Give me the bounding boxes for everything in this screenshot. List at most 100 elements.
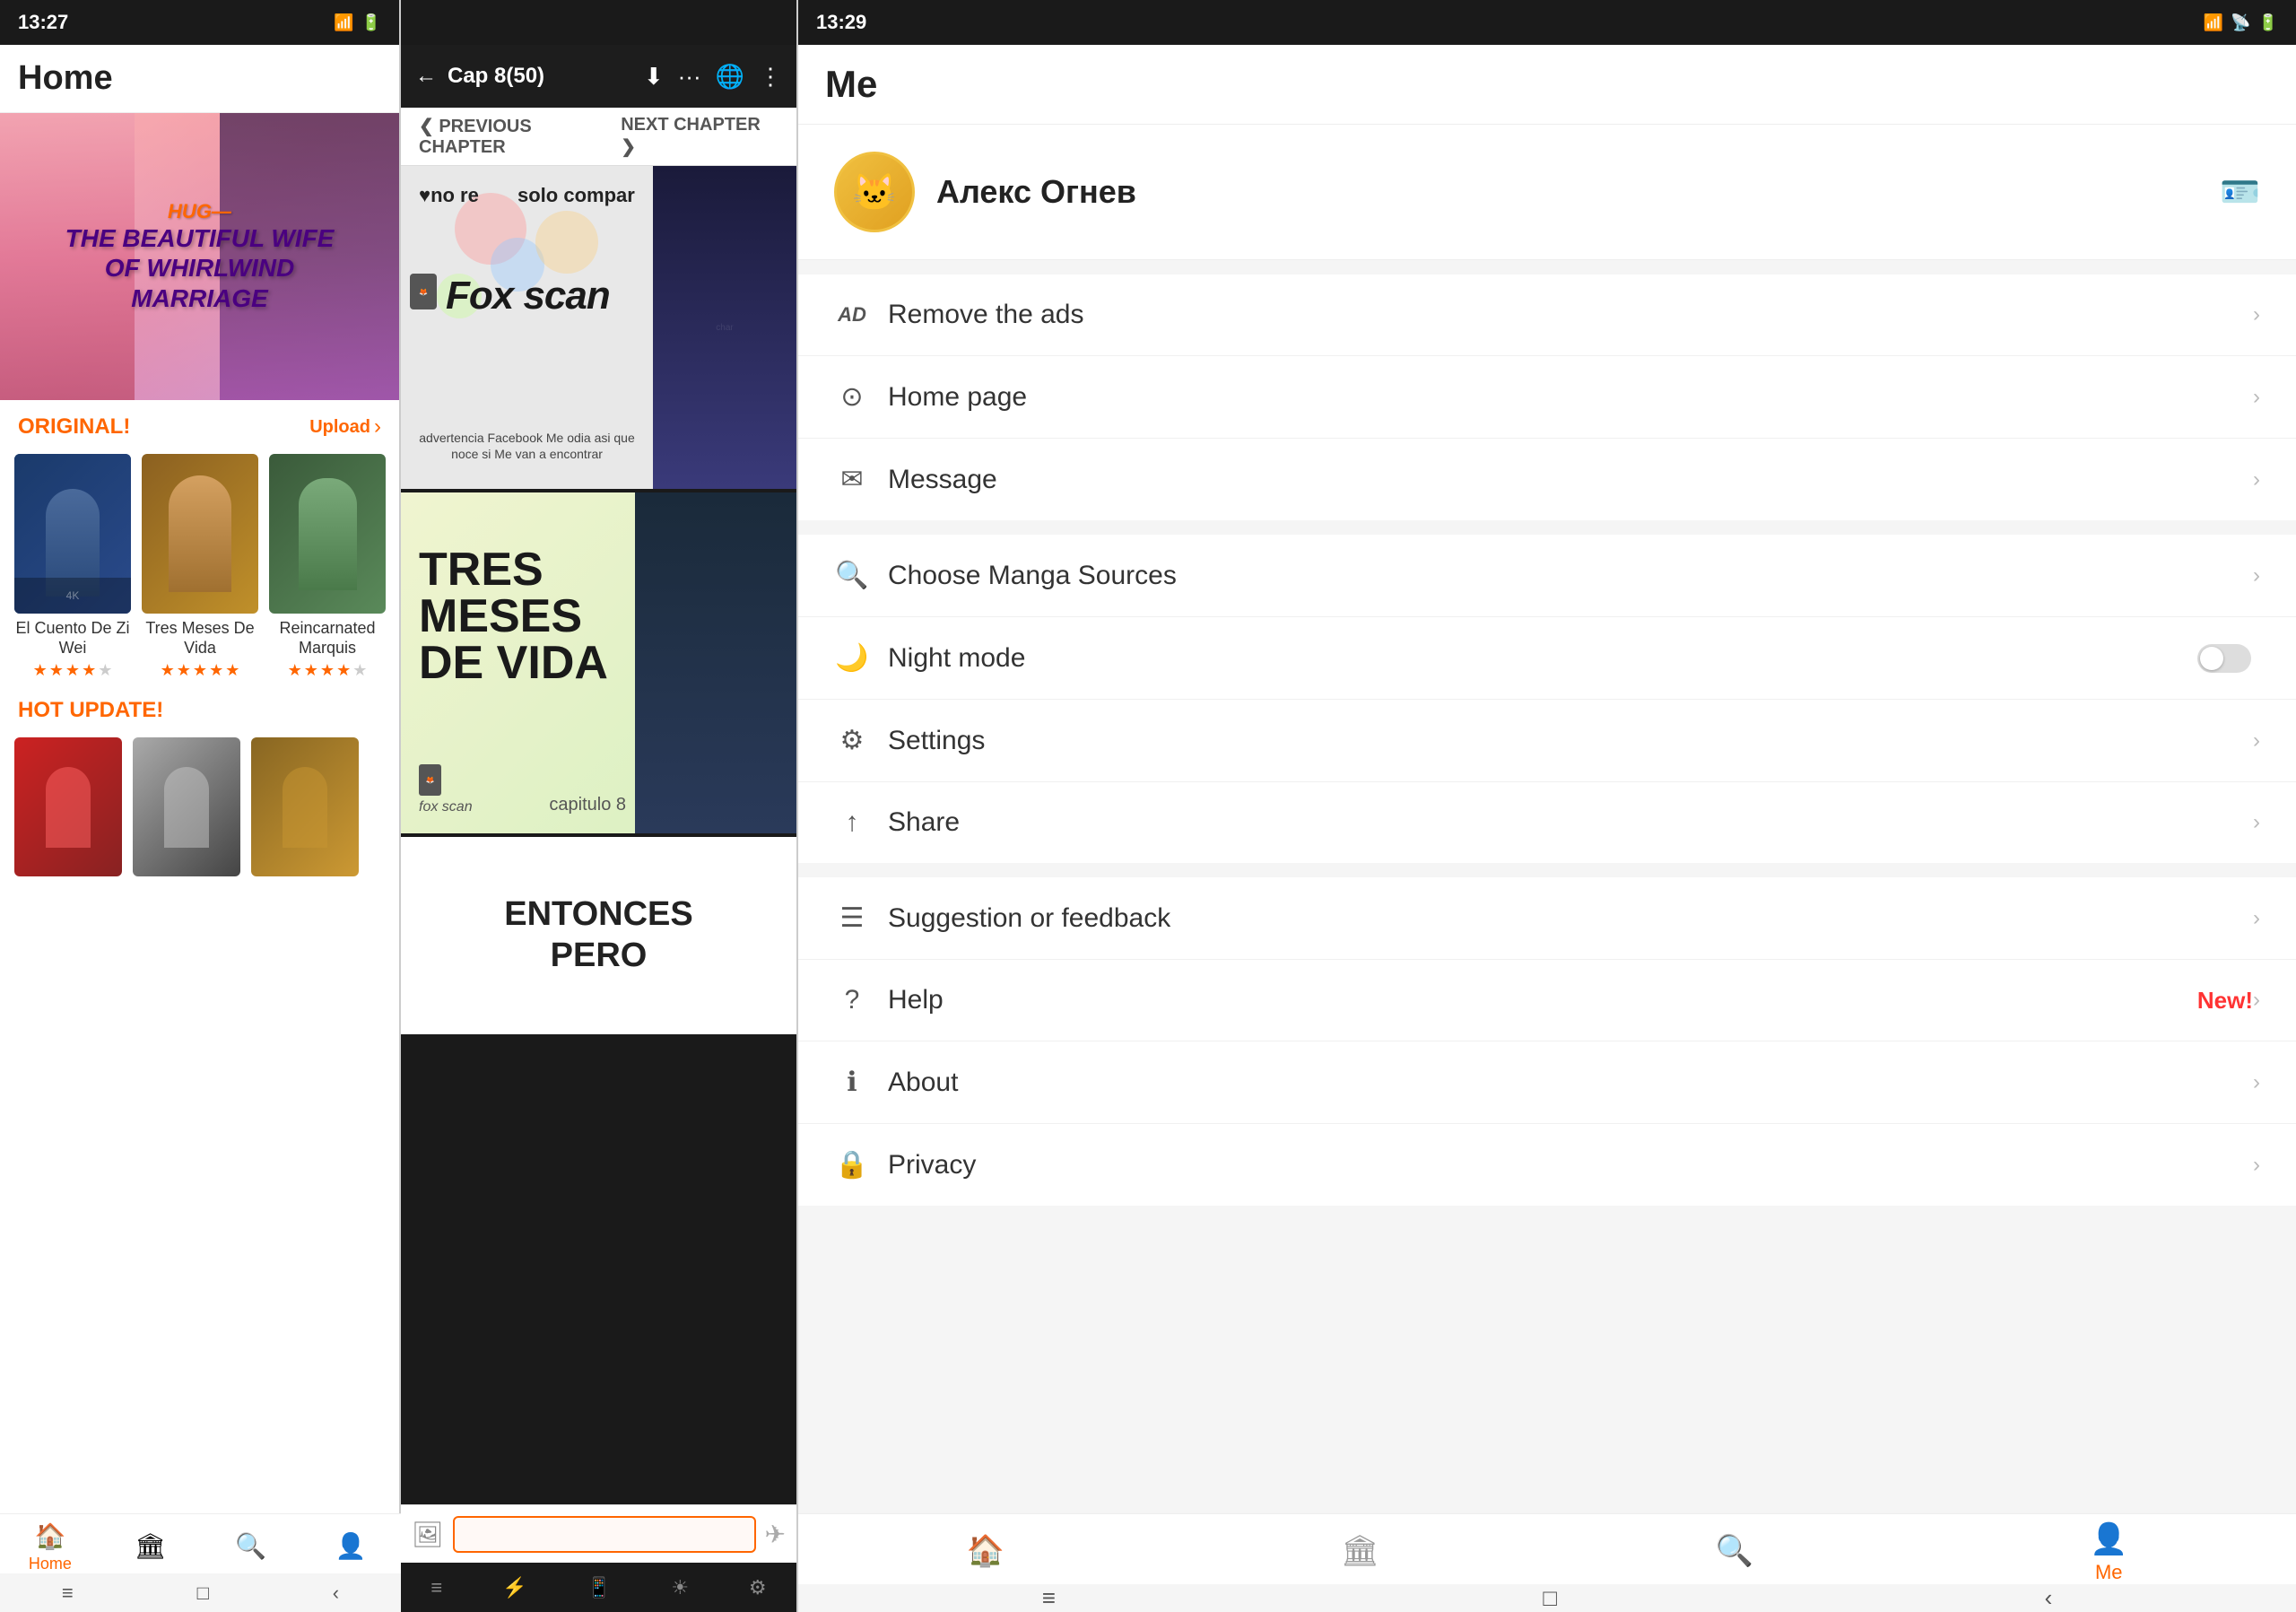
- reader-download-icon[interactable]: ⬇: [644, 63, 664, 91]
- banner-title: THE BEAUTIFUL WIFEOF WHIRLWINDMARRIAGE: [65, 223, 335, 314]
- me-sys-bar: ≡ □ ‹: [798, 1584, 2296, 1612]
- me-message-item[interactable]: ✉ Message ›: [798, 439, 2296, 520]
- manga-page-1: ♥no re solo compar char 🦊 Fox scan adver…: [401, 166, 796, 489]
- home-nav-icons: 🏠 Home 🏛 🔍 👤: [0, 1514, 401, 1573]
- manga-title-3: ReincarnatedMarquis: [269, 619, 386, 658]
- reader-sys-reader[interactable]: 📱: [587, 1576, 611, 1599]
- me-sys-menu[interactable]: ≡: [1042, 1584, 1056, 1612]
- nav-home[interactable]: 🏠 Home: [0, 1521, 100, 1573]
- original-section-header: ORIGINAL! Upload ›: [0, 400, 399, 447]
- hot-grid: [0, 730, 399, 884]
- nav-library[interactable]: 🏛: [100, 1531, 201, 1564]
- hot-update-title: HOT UPDATE!: [0, 687, 399, 730]
- star-icon: ★: [82, 661, 96, 680]
- me-help-item[interactable]: ? Help New! ›: [798, 960, 2296, 1041]
- me-status-bar: 13:29 📶 📡 🔋: [798, 0, 2296, 45]
- star-icon: ★: [352, 661, 367, 680]
- me-sys-back[interactable]: ‹: [2045, 1584, 2053, 1612]
- me-title: Me: [825, 63, 2269, 106]
- me-nav-search[interactable]: 🔍: [1547, 1533, 1922, 1573]
- reader-sys-menu[interactable]: ≡: [430, 1576, 442, 1599]
- me-manga-sources-item[interactable]: 🔍 Choose Manga Sources ›: [798, 535, 2296, 617]
- night-mode-toggle[interactable]: [2197, 644, 2251, 673]
- reader-send-button[interactable]: ✈: [765, 1520, 786, 1549]
- share-label: Share: [888, 807, 2253, 838]
- prev-chapter-btn[interactable]: ❮ PREVIOUS CHAPTER: [419, 115, 621, 158]
- help-arrow: ›: [2253, 988, 2260, 1013]
- me-profile-card-icon[interactable]: 🪪: [2220, 173, 2260, 211]
- manga-stars-1: ★ ★ ★ ★ ★: [14, 661, 131, 680]
- me-profile[interactable]: 🐱 Алекс Огнев 🪪: [798, 125, 2296, 260]
- upload-link[interactable]: Upload ›: [309, 414, 381, 440]
- me-menu-section-2: 🔍 Choose Manga Sources › 🌙 Night mode ⚙ …: [798, 535, 2296, 863]
- reader-comment-input[interactable]: [453, 1516, 756, 1553]
- nav-profile[interactable]: 👤: [300, 1531, 401, 1564]
- star-icon: ★: [209, 661, 223, 680]
- avatar: 🐱: [834, 152, 915, 232]
- original-title: ORIGINAL!: [18, 414, 130, 440]
- home-banner[interactable]: HUG— THE BEAUTIFUL WIFEOF WHIRLWINDMARRI…: [0, 113, 399, 400]
- suggestion-arrow: ›: [2253, 906, 2260, 931]
- star-icon: ★: [161, 661, 175, 680]
- manga-title-2: Tres Meses De Vida: [142, 619, 258, 658]
- sys-home-btn[interactable]: □: [197, 1582, 209, 1605]
- me-nav-icons: 🏠 🏛 🔍 👤 Me: [798, 1514, 2296, 1584]
- star-icon: ★: [98, 661, 112, 680]
- privacy-arrow: ›: [2253, 1153, 2260, 1178]
- reader-chapter-title: Cap 8(50): [448, 64, 633, 89]
- me-status-icons: 📶 📡 🔋: [2204, 13, 2278, 32]
- help-icon: ?: [834, 985, 870, 1015]
- hot-cover-2[interactable]: [133, 737, 240, 876]
- manga-sources-label: Choose Manga Sources: [888, 561, 2253, 591]
- me-share-item[interactable]: ↑ Share ›: [798, 782, 2296, 863]
- manga-pages[interactable]: ♥no re solo compar char 🦊 Fox scan adver…: [401, 166, 796, 1504]
- manga-item-3[interactable]: ReincarnatedMarquis ★ ★ ★ ★ ★: [269, 454, 386, 680]
- profile-nav-icon: 👤: [335, 1531, 367, 1561]
- reader-sys-chapters[interactable]: ⚡: [502, 1576, 526, 1599]
- me-about-item[interactable]: ℹ About ›: [798, 1041, 2296, 1124]
- me-homepage-item[interactable]: ⊙ Home page ›: [798, 356, 2296, 439]
- night-mode-label: Night mode: [888, 643, 2197, 674]
- hot-cover-3[interactable]: [251, 737, 359, 876]
- reader-menu-icon[interactable]: ···: [678, 63, 701, 91]
- hot-cover-1[interactable]: [14, 737, 122, 876]
- star-icon: ★: [177, 661, 191, 680]
- me-nav-me[interactable]: 👤 Me: [1922, 1521, 2296, 1584]
- home-nav-label: Home: [29, 1555, 72, 1573]
- reader-status-bar: [401, 0, 796, 45]
- library-icon: 🏛: [135, 1531, 167, 1561]
- nav-search[interactable]: 🔍: [201, 1531, 301, 1564]
- me-privacy-item[interactable]: 🔒 Privacy ›: [798, 1124, 2296, 1206]
- homepage-icon: ⊙: [834, 381, 870, 413]
- manga-grid: 4K El Cuento De Zi Wei ★ ★ ★ ★ ★: [0, 447, 399, 687]
- night-mode-icon: 🌙: [834, 642, 870, 674]
- me-nav-library[interactable]: 🏛: [1173, 1533, 1548, 1573]
- home-header: Home: [0, 45, 399, 113]
- star-icon: ★: [49, 661, 64, 680]
- ad-icon: AD: [834, 303, 870, 327]
- me-night-mode-item[interactable]: 🌙 Night mode: [798, 617, 2296, 700]
- me-suggestion-item[interactable]: ☰ Suggestion or feedback ›: [798, 877, 2296, 960]
- reader-sys-brightness[interactable]: ☀: [671, 1576, 689, 1599]
- reader-back-button[interactable]: ←: [415, 64, 437, 89]
- me-battery-icon: 🔋: [2258, 13, 2278, 32]
- reader-sys-settings[interactable]: ⚙: [749, 1576, 767, 1599]
- homepage-label: Home page: [888, 382, 2253, 413]
- next-chapter-btn[interactable]: NEXT CHAPTER ❯: [621, 115, 778, 158]
- me-remove-ads-item[interactable]: AD Remove the ads ›: [798, 274, 2296, 356]
- me-signal-icon: 📶: [2204, 13, 2223, 32]
- star-icon: ★: [33, 661, 48, 680]
- avatar-icon: 🐱: [852, 171, 897, 213]
- me-settings-item[interactable]: ⚙ Settings ›: [798, 700, 2296, 782]
- sys-menu-btn[interactable]: ≡: [62, 1582, 74, 1605]
- reader-globe-icon[interactable]: 🌐: [716, 63, 744, 91]
- me-nav-home[interactable]: 🏠: [798, 1533, 1173, 1573]
- me-home-icon: 🏠: [967, 1533, 1004, 1569]
- me-sys-home[interactable]: □: [1543, 1584, 1557, 1612]
- manga-item-2[interactable]: Tres Meses De Vida ★ ★ ★ ★ ★: [142, 454, 258, 680]
- manga-item-1[interactable]: 4K El Cuento De Zi Wei ★ ★ ★ ★ ★: [14, 454, 131, 680]
- reader-more-icon[interactable]: ⋮: [759, 63, 782, 91]
- message-icon: ✉: [834, 464, 870, 495]
- reader-image-icon[interactable]: 🖼: [412, 1520, 444, 1549]
- sys-back-btn[interactable]: ‹: [333, 1582, 339, 1605]
